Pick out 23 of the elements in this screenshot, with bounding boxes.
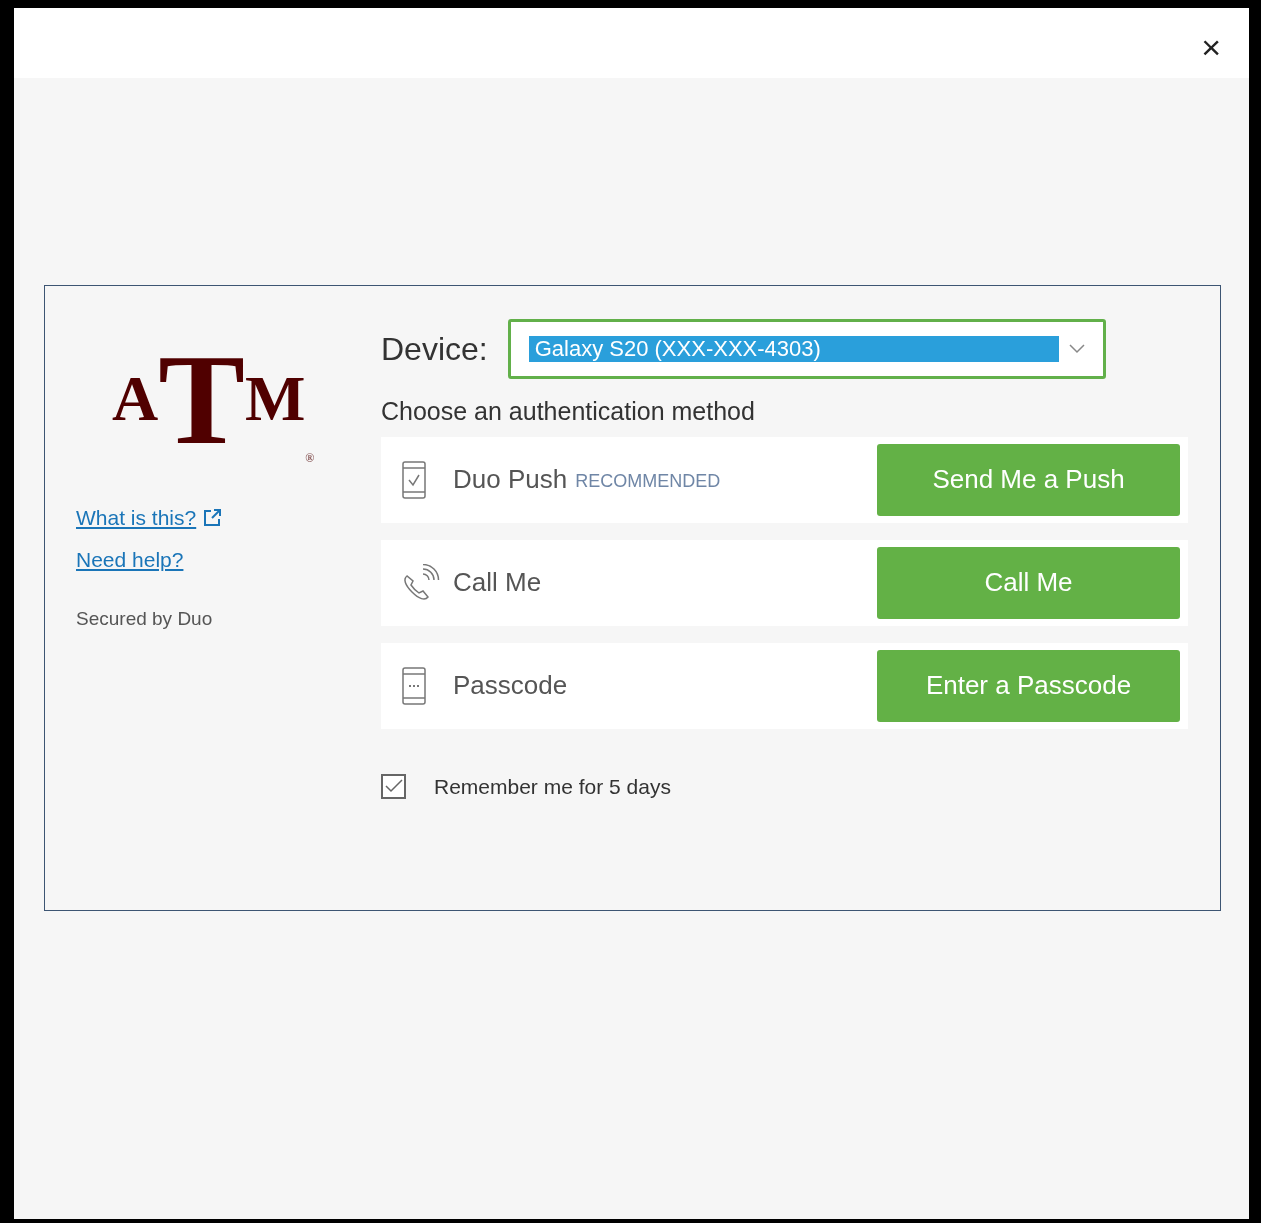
method-prompt: Choose an authentication method: [381, 396, 756, 427]
method-label: Duo Push: [453, 463, 568, 496]
help-link[interactable]: Need help?: [76, 543, 184, 575]
method-label: Passcode: [453, 669, 568, 702]
close-button[interactable]: ×: [1201, 28, 1221, 66]
phone-passcode-icon: [401, 666, 427, 705]
selected-device: Galaxy S20 (XXX-XXX-4303): [528, 336, 1059, 362]
method-label: Call Me: [453, 566, 542, 599]
device-label: Device:: [381, 330, 488, 369]
remember-label: Remember me for 5 days: [434, 773, 671, 800]
device-select[interactable]: Galaxy S20 (XXX-XXX-4303): [507, 319, 1106, 379]
secured-by-text: Secured by Duo: [76, 607, 214, 631]
external-link-icon: [202, 507, 223, 528]
help-link[interactable]: What is this?: [76, 502, 197, 534]
method-button[interactable]: Enter a Passcode: [877, 649, 1180, 722]
phone-call-icon: [401, 563, 441, 602]
phone-check-icon: [401, 460, 427, 499]
check-icon: [384, 779, 403, 794]
remember-checkbox[interactable]: [381, 773, 406, 799]
chevron-down-icon: [1068, 344, 1085, 354]
method-button[interactable]: Call Me: [877, 546, 1180, 619]
method-button[interactable]: Send Me a Push: [877, 443, 1180, 516]
recommended-label: RECOMMENDED: [575, 470, 721, 493]
